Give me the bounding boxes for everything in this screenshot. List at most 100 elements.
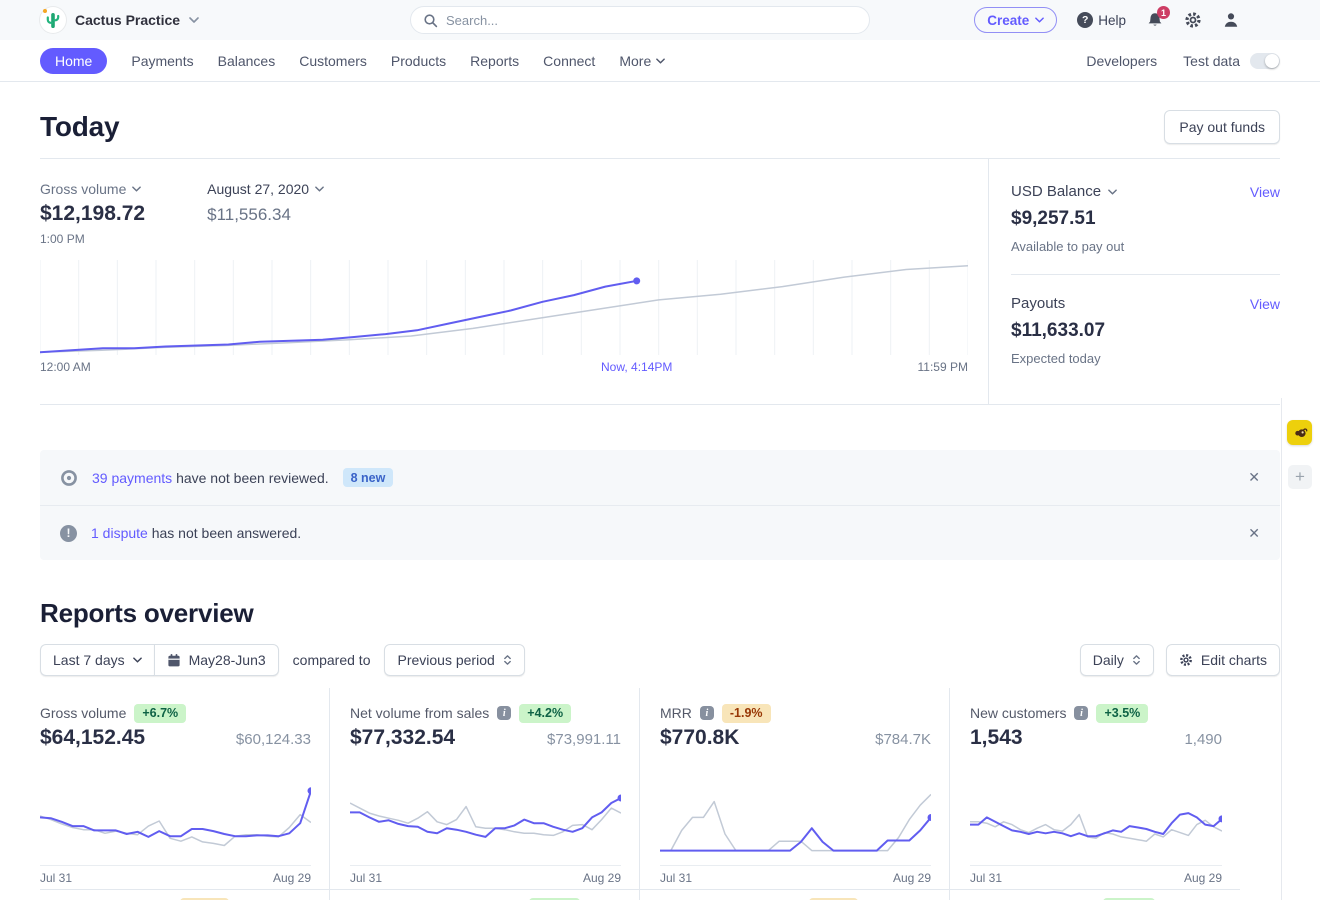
- axis-label-end: Aug 29: [273, 871, 311, 885]
- usd-balance-view-link[interactable]: View: [1250, 184, 1280, 200]
- chevron-down-icon: [1108, 189, 1117, 195]
- payouts-block: Payouts View $11,633.07 Expected today: [1011, 275, 1280, 386]
- notice-text-rest: has not been answered.: [152, 525, 301, 541]
- comparison-period-select[interactable]: Previous period: [384, 644, 524, 676]
- account-switcher[interactable]: Cactus Practice: [40, 7, 199, 33]
- delta-badge: +3.5%: [1096, 704, 1148, 723]
- axis-label-start: 12:00 AM: [40, 360, 91, 374]
- today-stats: Gross volume $12,198.72 1:00 PM August 2…: [40, 181, 968, 246]
- date-picker-button[interactable]: May28-Jun3: [154, 644, 279, 676]
- cactus-flower-dot: [43, 9, 47, 13]
- nav-balances[interactable]: Balances: [218, 53, 276, 69]
- notifications-button[interactable]: 1: [1146, 11, 1164, 29]
- top-bar: Cactus Practice Create ? Help: [0, 0, 1320, 40]
- nav-reports[interactable]: Reports: [470, 53, 519, 69]
- pay-out-funds-button[interactable]: Pay out funds: [1164, 110, 1280, 144]
- payouts-view-link[interactable]: View: [1250, 296, 1280, 312]
- card-revenue-per-subscriber[interactable]: Revenue per subscriber i +0.1% $107.58: [330, 889, 640, 900]
- info-icon: i: [700, 706, 714, 720]
- nav-connect[interactable]: Connect: [543, 53, 595, 69]
- create-button[interactable]: Create: [974, 7, 1057, 33]
- card-title: MRR: [660, 705, 692, 721]
- sparkline-chart: [660, 780, 931, 852]
- usd-balance-caption: Available to pay out: [1011, 239, 1280, 254]
- reports-cards-grid: Gross volume +6.7% $64,152.45 $60,124.33…: [40, 688, 1280, 900]
- edit-charts-button[interactable]: Edit charts: [1166, 644, 1280, 676]
- card-successful-payments[interactable]: Successful payments -3.3% 5,326: [40, 889, 330, 900]
- today-overview-panel: Gross volume $12,198.72 1:00 PM August 2…: [40, 158, 1280, 405]
- profile-button[interactable]: [1222, 11, 1240, 29]
- usd-balance-selector[interactable]: USD Balance: [1011, 183, 1117, 200]
- card-compare-value: $73,991.11: [547, 731, 621, 748]
- sparkline-chart: [970, 780, 1222, 852]
- card-new-customers[interactable]: New customers i +3.5% 1,543 1,490 Jul 31…: [950, 688, 1240, 889]
- comparison-value: $11,556.34: [207, 205, 324, 225]
- close-icon[interactable]: ✕: [1248, 525, 1260, 542]
- card-title: Gross volume: [40, 705, 126, 721]
- close-icon[interactable]: ✕: [1248, 469, 1260, 486]
- info-icon: i: [497, 706, 511, 720]
- date-range-button[interactable]: Last 7 days: [40, 644, 154, 676]
- gear-icon: [1184, 11, 1202, 29]
- axis-label-now: Now, 4:14PM: [601, 360, 672, 374]
- card-gross-volume[interactable]: Gross volume +6.7% $64,152.45 $60,124.33…: [40, 688, 330, 889]
- axis-label-start: Jul 31: [970, 871, 1002, 885]
- sparkline-chart: [350, 780, 621, 852]
- usd-balance-label: USD Balance: [1011, 183, 1101, 200]
- axis-label-start: Jul 31: [660, 871, 692, 885]
- calendar-icon: [167, 653, 181, 668]
- date-range-label: Last 7 days: [53, 652, 125, 668]
- card-value: $770.8K: [660, 726, 739, 750]
- card-mrr[interactable]: MRR i -1.9% $770.8K $784.7K Jul 31 Aug 2…: [640, 688, 950, 889]
- test-data-control: Test data: [1183, 53, 1280, 69]
- notice-text: 39 payments have not been reviewed.: [92, 470, 329, 486]
- nav-home[interactable]: Home: [40, 48, 107, 74]
- extension-icon[interactable]: [1287, 420, 1312, 445]
- axis-label-end: Aug 29: [583, 871, 621, 885]
- nav-more[interactable]: More: [619, 53, 665, 69]
- gross-volume-selector[interactable]: Gross volume: [40, 181, 145, 197]
- account-name: Cactus Practice: [75, 12, 180, 28]
- search-bar[interactable]: [410, 6, 870, 34]
- reports-overview-title: Reports overview: [40, 598, 1280, 629]
- nav-payments[interactable]: Payments: [131, 53, 193, 69]
- comparison-date-label: August 27, 2020: [207, 181, 309, 197]
- card-net-volume[interactable]: Net volume from sales i +4.2% $77,332.54…: [330, 688, 640, 889]
- sparkline-axis: Jul 31 Aug 29: [970, 865, 1222, 885]
- nav-developers[interactable]: Developers: [1086, 53, 1157, 69]
- date-picker-label: May28-Jun3: [189, 652, 266, 668]
- help-button[interactable]: ? Help: [1077, 12, 1126, 28]
- payments-review-link[interactable]: 39 payments: [92, 470, 172, 486]
- gross-volume-stat: Gross volume $12,198.72 1:00 PM: [40, 181, 145, 246]
- card-compare-value: $784.7K: [875, 731, 931, 748]
- edit-charts-label: Edit charts: [1201, 652, 1267, 668]
- notifications-list: 39 payments have not been reviewed. 8 ne…: [40, 450, 1280, 560]
- comparison-date-selector[interactable]: August 27, 2020: [207, 181, 324, 197]
- interval-select[interactable]: Daily: [1080, 644, 1154, 676]
- info-icon: i: [1074, 706, 1088, 720]
- today-title: Today: [40, 111, 119, 143]
- search-input[interactable]: [446, 13, 857, 28]
- nav-products[interactable]: Products: [391, 53, 446, 69]
- card-title: New customers: [970, 705, 1066, 721]
- usd-balance-block: USD Balance View $9,257.51 Available to …: [1011, 183, 1280, 275]
- sparkline-axis: Jul 31 Aug 29: [350, 865, 621, 885]
- gross-volume-chart: [40, 260, 968, 355]
- create-button-label: Create: [987, 13, 1029, 28]
- card-new-subscribers[interactable]: New subscribers i +4.5% 12,638: [950, 889, 1240, 900]
- nav-customers[interactable]: Customers: [299, 53, 367, 69]
- main-nav: Home Payments Balances Customers Product…: [0, 40, 1320, 82]
- gear-icon: [1179, 653, 1193, 667]
- test-data-toggle[interactable]: [1250, 53, 1280, 69]
- alert-icon: !: [60, 525, 77, 542]
- add-button[interactable]: +: [1288, 465, 1312, 489]
- nav-right: Developers Test data: [1086, 53, 1280, 69]
- payouts-label: Payouts: [1011, 295, 1065, 312]
- axis-label-end: Aug 29: [1184, 871, 1222, 885]
- dispute-link[interactable]: 1 dispute: [91, 525, 148, 541]
- chevron-down-icon: [132, 186, 141, 192]
- test-data-label: Test data: [1183, 53, 1240, 69]
- settings-button[interactable]: [1184, 11, 1202, 29]
- card-high-risk-payments[interactable]: High risk payments i -0.2% 254: [640, 889, 950, 900]
- question-mark-icon: ?: [1077, 12, 1093, 28]
